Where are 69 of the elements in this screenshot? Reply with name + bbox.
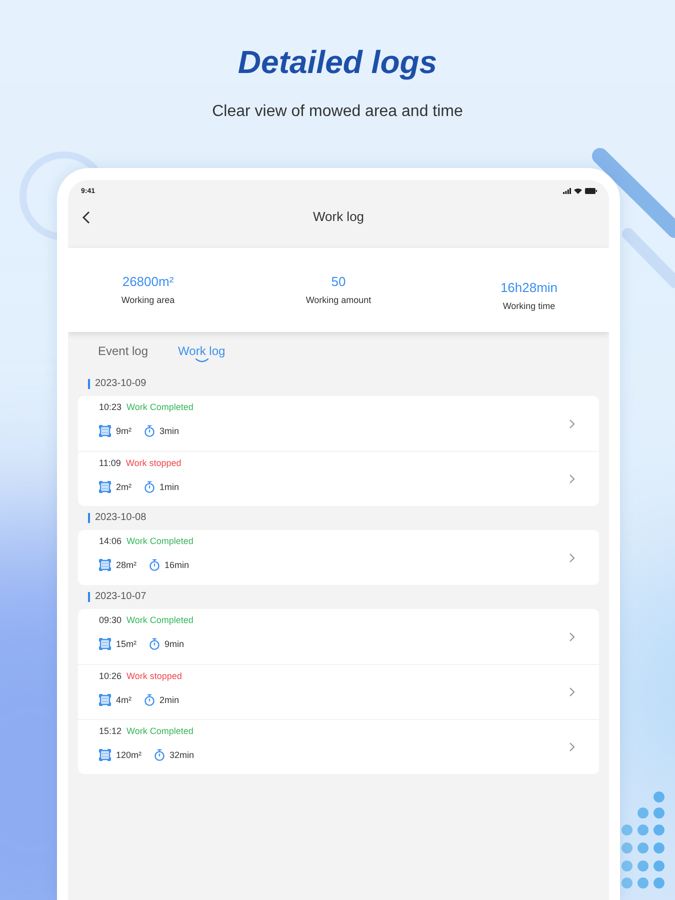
- entry-time: 15:12: [99, 725, 122, 737]
- log-entry[interactable]: 14:06 Work Completed 28m² 16min: [78, 530, 599, 585]
- chevron-right-icon: [569, 418, 575, 428]
- stopwatch-icon: [144, 481, 154, 493]
- stopwatch-icon: [144, 425, 154, 437]
- battery-icon: [585, 188, 597, 194]
- chevron-right-icon: [569, 474, 575, 484]
- entry-status: Work Completed: [126, 725, 194, 737]
- area-icon: [99, 559, 111, 571]
- entry-time: 09:30: [99, 614, 122, 626]
- entry-area: 120m²: [116, 749, 142, 761]
- entry-duration: 3min: [160, 425, 180, 437]
- entry-area: 2m²: [116, 481, 132, 493]
- page-title: Detailed logs: [238, 43, 438, 82]
- summary-label: Working amount: [306, 294, 372, 306]
- entry-status: Work Completed: [126, 401, 194, 413]
- date-heading: 2023-10-09: [95, 378, 146, 390]
- stopwatch-icon: [148, 638, 160, 650]
- date-marker-icon: [88, 379, 90, 389]
- page-subtitle: Clear view of mowed area and time: [212, 102, 463, 122]
- tab[interactable]: Event log: [98, 341, 148, 363]
- entry-area: 15m²: [116, 638, 137, 650]
- log-entry[interactable]: 10:26 Work stopped 4m² 2min: [78, 664, 599, 719]
- tab-indicator-icon: [194, 358, 209, 363]
- area-icon: [99, 694, 111, 706]
- log-entry[interactable]: 09:30 Work Completed 15m² 9min: [78, 609, 599, 664]
- entry-status: Work Completed: [126, 535, 194, 547]
- entry-status: Work stopped: [126, 670, 182, 682]
- entry-time: 10:26: [99, 670, 122, 682]
- screen-title: Work log: [312, 209, 364, 226]
- summary-value: 26800m²: [122, 274, 174, 290]
- entry-status: Work stopped: [126, 457, 182, 469]
- entry-duration: 2min: [160, 694, 180, 706]
- summary-value: 50: [331, 274, 346, 290]
- entry-area: 4m²: [116, 694, 132, 706]
- stopwatch-icon: [144, 694, 154, 706]
- log-entry[interactable]: 10:23 Work Completed 9m² 3min: [78, 396, 599, 451]
- chevron-left-icon: [82, 210, 90, 224]
- chevron-right-icon: [569, 687, 575, 697]
- entry-time: 11:09: [99, 457, 121, 469]
- date-heading: 2023-10-08: [95, 512, 146, 524]
- area-icon: [99, 638, 111, 650]
- summary-value: 16h28min: [500, 280, 558, 296]
- chevron-right-icon: [569, 632, 575, 642]
- entry-duration: 1min: [160, 481, 180, 493]
- area-icon: [99, 749, 111, 761]
- entry-status: Work Completed: [126, 614, 194, 626]
- log-entry[interactable]: 15:12 Work Completed 120m² 32min: [78, 719, 599, 774]
- wifi-icon: [574, 188, 582, 194]
- area-icon: [99, 425, 111, 437]
- entry-time: 14:06: [99, 535, 122, 547]
- entry-duration: 9min: [164, 638, 184, 650]
- chevron-right-icon: [569, 552, 575, 562]
- entry-time: 10:23: [99, 401, 122, 413]
- date-marker-icon: [88, 592, 90, 602]
- stopwatch-icon: [154, 749, 165, 761]
- summary-label: Working area: [121, 294, 175, 306]
- signal-icon: [563, 188, 571, 194]
- area-icon: [99, 481, 111, 493]
- entry-area: 9m²: [116, 425, 132, 437]
- entry-duration: 32min: [170, 749, 194, 761]
- summary-label: Working time: [502, 300, 556, 312]
- date-heading: 2023-10-07: [95, 591, 146, 603]
- entry-area: 28m²: [116, 559, 137, 571]
- date-marker-icon: [88, 513, 90, 523]
- stopwatch-icon: [148, 559, 160, 571]
- chevron-right-icon: [569, 742, 575, 752]
- entry-duration: 16min: [164, 559, 190, 571]
- log-entry[interactable]: 11:09 Work stopped 2m² 1min: [78, 451, 599, 506]
